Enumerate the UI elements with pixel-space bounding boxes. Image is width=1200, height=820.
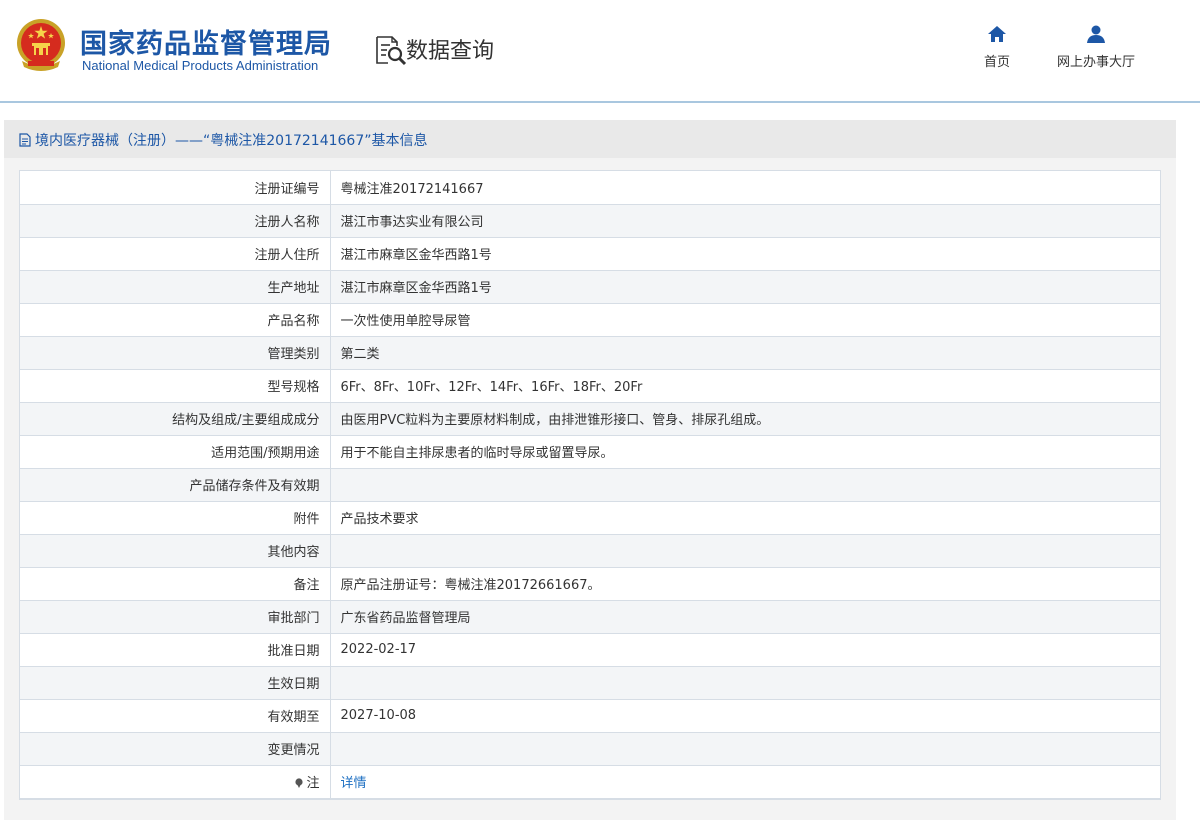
data-query-icon <box>376 36 407 66</box>
row-value: 第二类 <box>330 336 1160 370</box>
site-logo-subtitle: National Medical Products Administration <box>82 58 319 73</box>
row-value: 湛江市麻章区金华西路1号 <box>330 237 1160 271</box>
row-label: 生产地址 <box>20 270 331 304</box>
user-icon <box>1087 25 1105 43</box>
table-row: 批准日期 2022-02-17 <box>20 633 1160 667</box>
national-emblem-icon <box>17 19 65 71</box>
table-row: 生产地址 湛江市麻章区金华西路1号 <box>20 270 1160 304</box>
row-label: 附件 <box>20 501 331 535</box>
row-label: 结构及组成/主要组成成分 <box>20 402 331 436</box>
table-row: 注册证编号 粤械注准20172141667 <box>20 171 1160 205</box>
row-value: 湛江市事达实业有限公司 <box>330 204 1160 238</box>
row-label: 变更情况 <box>20 732 331 766</box>
nav-online-service-hall[interactable]: 网上办事大厅 <box>1048 24 1144 70</box>
row-label: 产品名称 <box>20 303 331 337</box>
table-row: 生效日期 <box>20 666 1160 700</box>
table-row: 适用范围/预期用途 用于不能自主排尿患者的临时导尿或留置导尿。 <box>20 435 1160 469</box>
row-label: 管理类别 <box>20 336 331 370</box>
row-label: 注册人住所 <box>20 237 331 271</box>
row-value: 产品技术要求 <box>330 501 1160 535</box>
row-value: 2022-02-17 <box>330 633 1160 667</box>
row-value <box>330 468 1160 502</box>
page-section-title: 数据查询 <box>406 39 495 64</box>
panel-title: 境内医疗器械（注册）——“粤械注准20172141667”基本信息 <box>18 130 427 150</box>
row-value <box>330 666 1160 700</box>
header-divider <box>0 101 1200 103</box>
detail-table: 注册证编号 粤械注准20172141667 注册人名称 湛江市事达实业有限公司 … <box>19 170 1161 800</box>
nav-home-label: 首页 <box>983 55 1010 70</box>
row-value <box>330 534 1160 568</box>
note-label: 注 <box>306 776 320 791</box>
row-label: 备注 <box>20 567 331 601</box>
table-row: 型号规格 6Fr、8Fr、10Fr、12Fr、14Fr、16Fr、18Fr、20… <box>20 369 1160 403</box>
table-row: 注册人名称 湛江市事达实业有限公司 <box>20 204 1160 238</box>
nav-online-service-hall-label: 网上办事大厅 <box>1056 55 1135 70</box>
row-value: 6Fr、8Fr、10Fr、12Fr、14Fr、16Fr、18Fr、20Fr <box>330 369 1160 403</box>
row-label: 生效日期 <box>20 666 331 700</box>
row-value: 广东省药品监督管理局 <box>330 600 1160 634</box>
nav-home[interactable]: 首页 <box>977 24 1017 70</box>
site-logo-title: 国家药品监督管理局 <box>80 29 332 60</box>
row-value: 2027-10-08 <box>330 699 1160 733</box>
note-value-cell: 详情 <box>330 765 1160 799</box>
row-label: 产品储存条件及有效期 <box>20 468 331 502</box>
detail-panel: 境内医疗器械（注册）——“粤械注准20172141667”基本信息 注册证编号 … <box>4 120 1176 820</box>
panel-title-text: 境内医疗器械（注册）——“粤械注准20172141667”基本信息 <box>35 133 428 149</box>
home-icon <box>988 26 1006 42</box>
row-label: 型号规格 <box>20 369 331 403</box>
table-row: 产品名称 一次性使用单腔导尿管 <box>20 303 1160 337</box>
table-row: 产品储存条件及有效期 <box>20 468 1160 502</box>
row-label: 有效期至 <box>20 699 331 733</box>
row-label: 审批部门 <box>20 600 331 634</box>
row-label: 注册证编号 <box>20 171 331 205</box>
table-row: 结构及组成/主要组成成分 由医用PVC粒料为主要原材料制成，由排泄锥形接口、管身… <box>20 402 1160 436</box>
row-value: 用于不能自主排尿患者的临时导尿或留置导尿。 <box>330 435 1160 469</box>
row-value: 一次性使用单腔导尿管 <box>330 303 1160 337</box>
table-row: 备注 原产品注册证号：粤械注准20172661667。 <box>20 567 1160 601</box>
site-header: 国家药品监督管理局 National Medical Products Admi… <box>0 0 1200 103</box>
row-value: 粤械注准20172141667 <box>330 171 1160 205</box>
table-row: 附件 产品技术要求 <box>20 501 1160 535</box>
row-label: 批准日期 <box>20 633 331 667</box>
row-value <box>330 732 1160 766</box>
row-label: 其他内容 <box>20 534 331 568</box>
table-row: 注册人住所 湛江市麻章区金华西路1号 <box>20 237 1160 271</box>
table-row: 审批部门 广东省药品监督管理局 <box>20 600 1160 634</box>
row-label: 注册人名称 <box>20 204 331 238</box>
row-value: 由医用PVC粒料为主要原材料制成，由排泄锥形接口、管身、排尿孔组成。 <box>330 402 1160 436</box>
table-row: 管理类别 第二类 <box>20 336 1160 370</box>
row-label: 适用范围/预期用途 <box>20 435 331 469</box>
document-icon <box>19 133 31 147</box>
table-row: 其他内容 <box>20 534 1160 568</box>
details-link[interactable]: 详情 <box>341 776 367 791</box>
table-row-note: 注 详情 <box>20 765 1160 799</box>
table-row: 有效期至 2027-10-08 <box>20 699 1160 733</box>
table-row: 变更情况 <box>20 732 1160 766</box>
note-label-cell: 注 <box>20 765 331 799</box>
pin-icon <box>295 778 304 788</box>
row-value: 湛江市麻章区金华西路1号 <box>330 270 1160 304</box>
row-value: 原产品注册证号：粤械注准20172661667。 <box>330 567 1160 601</box>
panel-title-bar: 境内医疗器械（注册）——“粤械注准20172141667”基本信息 <box>4 120 1176 158</box>
